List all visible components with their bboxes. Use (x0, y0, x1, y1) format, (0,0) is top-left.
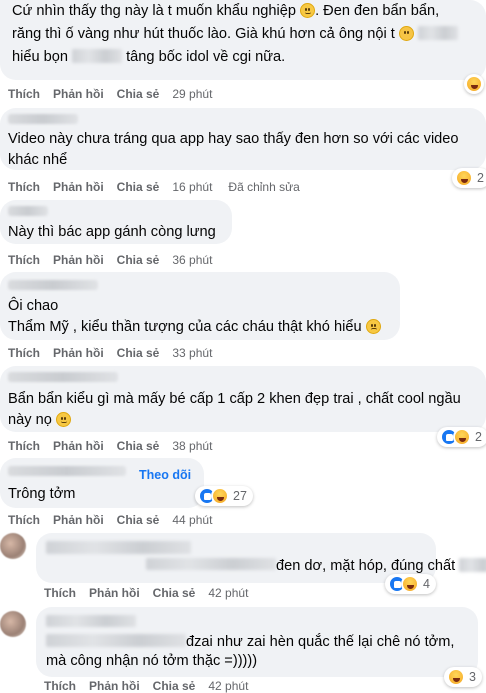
follow-button[interactable]: Theo dõi (139, 466, 191, 485)
like-button[interactable]: Thích (44, 586, 76, 600)
share-button[interactable]: Chia sẻ (117, 346, 160, 360)
timestamp[interactable]: 44 phút (172, 513, 212, 527)
haha-reaction-icon (447, 668, 465, 686)
like-button[interactable]: Thích (8, 87, 40, 101)
timestamp[interactable]: 16 phút (172, 180, 212, 194)
edited-label: Đã chỉnh sửa (228, 180, 300, 194)
timestamp[interactable]: 33 phút (172, 346, 212, 360)
reaction-summary[interactable]: 27 (195, 486, 253, 506)
comment-text: đen dơ, mặt hóp, đúng chất (276, 557, 486, 576)
like-button[interactable]: Thích (8, 346, 40, 360)
comment-text: hiểu bọn tâng bốc idol về cgi nữa. (12, 49, 286, 65)
like-button[interactable]: Thích (8, 513, 40, 527)
smile-emoji-icon (300, 3, 316, 18)
comment-actions: Thích Phản hồi Chia sẻ 44 phút (8, 513, 212, 527)
reply-button[interactable]: Phản hồi (53, 180, 104, 194)
smile-emoji-icon (55, 412, 71, 427)
comment-actions: Thích Phản hồi Chia sẻ 36 phút (8, 253, 212, 267)
comment-text: Video này chưa tráng qua app hay sao thấ… (8, 131, 459, 147)
redacted-text (72, 49, 123, 63)
share-button[interactable]: Chia sẻ (153, 679, 196, 693)
comment-text: Này thì bác app gánh còng lưng (8, 224, 216, 240)
author-name[interactable] (8, 280, 98, 290)
share-button[interactable]: Chia sẻ (117, 87, 160, 101)
author-name[interactable] (8, 372, 118, 382)
haha-reaction-icon (211, 487, 229, 505)
comment-text: Ôi chao (8, 298, 59, 314)
share-button[interactable]: Chia sẻ (153, 586, 196, 600)
redacted-text (459, 558, 486, 572)
author-name[interactable] (8, 206, 48, 216)
reaction-summary[interactable]: 2 (437, 427, 486, 447)
redacted-text (46, 541, 191, 554)
comment-actions: Thích Phản hồi Chia sẻ 42 phút (44, 679, 248, 693)
comment-text: răng thì ố vàng như hút thuốc lào. Già k… (12, 25, 458, 44)
redacted-text (146, 558, 276, 570)
reply-button[interactable]: Phản hồi (89, 679, 140, 693)
comment-bubble: Ôi chao Thẩm Mỹ , kiểu thần tượng của cá… (0, 272, 400, 340)
haha-reaction-icon (401, 575, 419, 593)
reply-button[interactable]: Phản hồi (53, 439, 104, 453)
reply-button[interactable]: Phản hồi (53, 346, 104, 360)
timestamp[interactable]: 38 phút (172, 439, 212, 453)
reaction-summary[interactable] (464, 74, 484, 94)
reply-bubble: đen dơ, mặt hóp, đúng chất (36, 533, 486, 583)
comment-text: mà công nhận nó tởm thặc =))))) (46, 653, 258, 669)
haha-reaction-icon (465, 75, 483, 93)
comment-bubble: Bẩn bẩn kiểu gì mà mấy bé cấp 1 cấp 2 kh… (0, 366, 486, 432)
share-button[interactable]: Chia sẻ (117, 180, 160, 194)
comment-text: Cứ nhìn thấy thg này là t muốn khẩu nghi… (12, 3, 440, 19)
comment-text: đzai như zai hèn quắc thế lại chê nó tởm… (186, 634, 455, 650)
redacted-text (46, 615, 136, 627)
comment-actions: Thích Phản hồi Chia sẻ 33 phút (8, 346, 212, 360)
reply-button[interactable]: Phản hồi (89, 586, 140, 600)
timestamp[interactable]: 29 phút (172, 87, 212, 101)
author-name[interactable] (8, 466, 126, 476)
haha-reaction-icon (455, 169, 473, 187)
comment-text: Thẩm Mỹ , kiểu thần tượng của các cháu t… (8, 318, 381, 337)
like-button[interactable]: Thích (8, 439, 40, 453)
avatar[interactable] (0, 533, 26, 559)
comment-actions: Thích Phản hồi Chia sẻ 42 phút (44, 586, 248, 600)
comment-text: Bẩn bẩn kiểu gì mà mấy bé cấp 1 cấp 2 kh… (8, 391, 461, 407)
comment-bubble: Này thì bác app gánh còng lưng (0, 200, 232, 244)
reply-bubble: đzai như zai hèn quắc thế lại chê nó tởm… (36, 607, 478, 677)
reply-button[interactable]: Phản hồi (53, 87, 104, 101)
reaction-summary[interactable]: 2 (452, 168, 486, 188)
author-name[interactable] (8, 114, 78, 124)
reply-button[interactable]: Phản hồi (53, 513, 104, 527)
redacted-text (46, 634, 186, 647)
comment-actions: Thích Phản hồi Chia sẻ 16 phút Đã chỉnh sửa (8, 180, 300, 194)
timestamp[interactable]: 36 phút (172, 253, 212, 267)
share-button[interactable]: Chia sẻ (117, 253, 160, 267)
avatar[interactable] (0, 611, 26, 637)
comment-bubble: Theo dõi Trông tởm (0, 458, 204, 508)
comment-actions: Thích Phản hồi Chia sẻ 29 phút (8, 87, 212, 101)
redacted-text (417, 26, 458, 40)
reaction-summary[interactable]: 3 (444, 667, 482, 687)
comment-actions: Thích Phản hồi Chia sẻ 38 phút (8, 439, 212, 453)
reply-button[interactable]: Phản hồi (53, 253, 104, 267)
like-button[interactable]: Thích (8, 180, 40, 194)
comment-text: này nọ (8, 411, 71, 430)
like-button[interactable]: Thích (8, 253, 40, 267)
confused-emoji-icon (365, 319, 381, 334)
share-button[interactable]: Chia sẻ (117, 513, 160, 527)
comment-bubble: Cứ nhìn thấy thg này là t muốn khẩu nghi… (0, 0, 486, 80)
timestamp[interactable]: 42 phút (208, 679, 248, 693)
reaction-summary[interactable]: 4 (385, 574, 436, 594)
comment-text: khác nhể (8, 152, 68, 168)
comment-text: Trông tởm (8, 486, 76, 502)
sad-emoji-icon (398, 26, 414, 41)
like-button[interactable]: Thích (44, 679, 76, 693)
share-button[interactable]: Chia sẻ (117, 439, 160, 453)
haha-reaction-icon (453, 428, 471, 446)
timestamp[interactable]: 42 phút (208, 586, 248, 600)
comment-bubble: Video này chưa tráng qua app hay sao thấ… (0, 108, 486, 170)
